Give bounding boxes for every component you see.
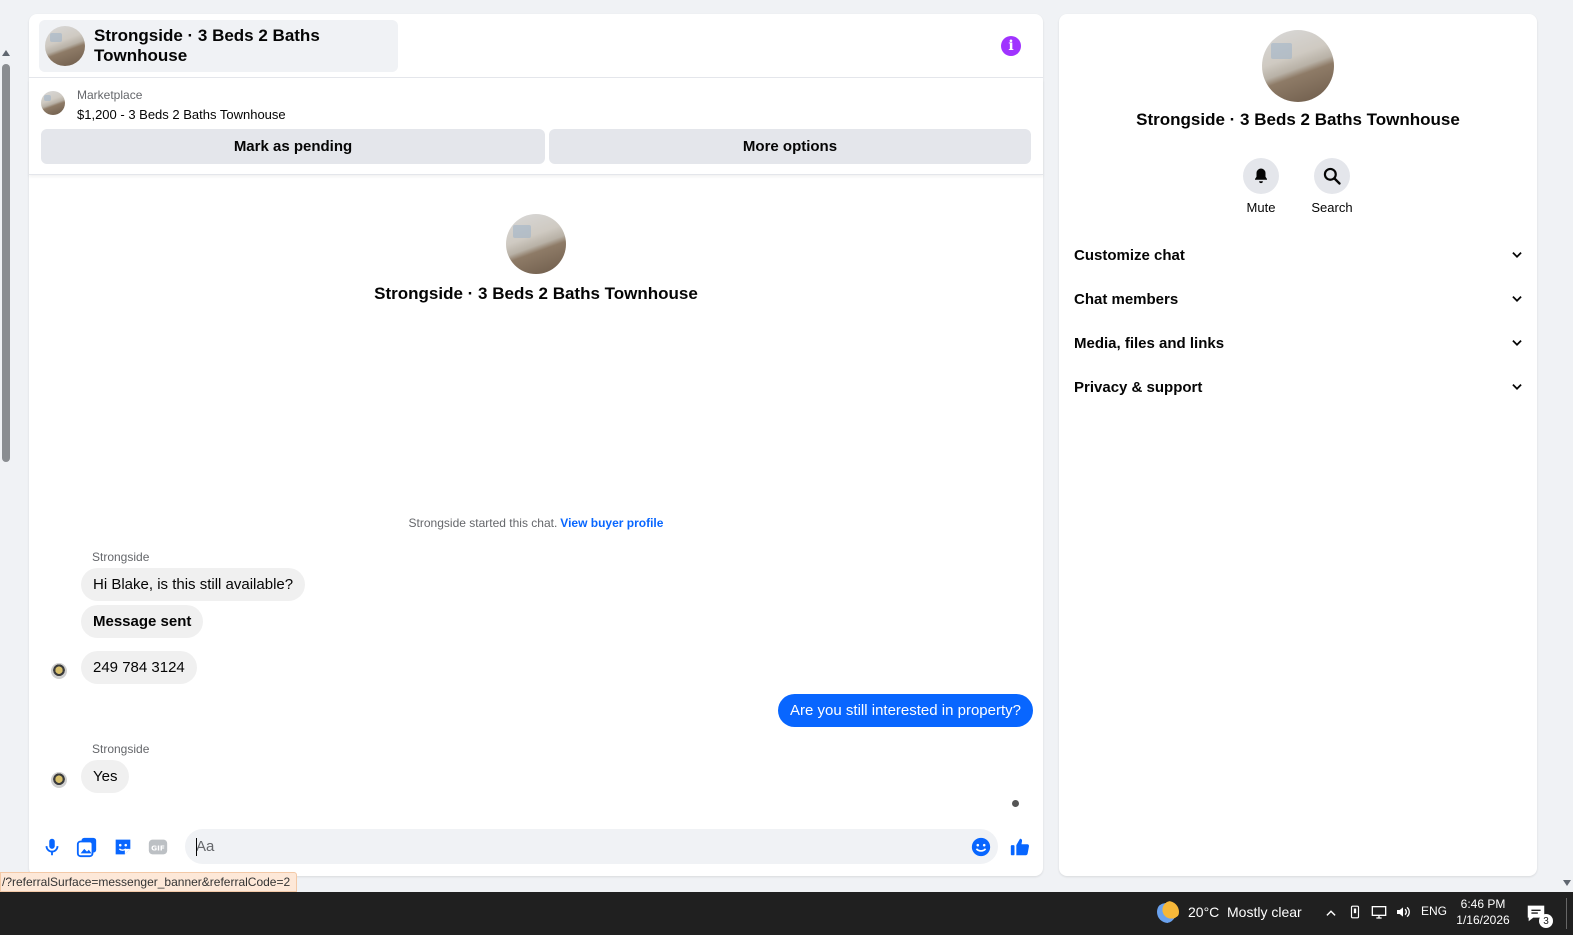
- listing-thumbnail[interactable]: [41, 91, 65, 115]
- mark-as-pending-button[interactable]: Mark as pending: [41, 129, 545, 164]
- notification-badge: 3: [1539, 914, 1553, 928]
- mute-action[interactable]: Mute: [1231, 158, 1291, 215]
- message-input[interactable]: [185, 829, 998, 864]
- chevron-down-icon: [1512, 252, 1522, 258]
- chevron-down-icon: [1512, 384, 1522, 390]
- clock-date: 1/16/2026: [1456, 913, 1510, 927]
- notification-center[interactable]: 3: [1525, 902, 1553, 928]
- section-label: Customize chat: [1074, 246, 1185, 264]
- privacy-support-section[interactable]: Privacy & support: [1074, 375, 1524, 399]
- message-bubble[interactable]: Yes: [81, 760, 130, 793]
- section-label: Chat members: [1074, 290, 1179, 308]
- more-options-button[interactable]: More options: [549, 129, 1031, 164]
- scroll-down-arrow[interactable]: [1563, 880, 1571, 886]
- link-status-bar: /?referralSurface=messenger_banner&refer…: [0, 872, 298, 892]
- message-bubble[interactable]: Message sent: [81, 605, 204, 638]
- chat-header: Strongside · 3 Beds 2 Baths Townhouse i: [29, 14, 1043, 78]
- sender-avatar: [51, 663, 67, 679]
- show-desktop-button[interactable]: [1566, 898, 1567, 929]
- chat-started-text: Strongside started this chat.: [408, 516, 558, 530]
- thumbs-up-icon[interactable]: [1009, 836, 1031, 858]
- outgoing-message-bubble[interactable]: Are you still interested in property?: [778, 694, 1033, 727]
- weather-temperature[interactable]: 20°C: [1188, 904, 1219, 920]
- message-bubble[interactable]: 249 784 3124: [81, 651, 197, 684]
- sticker-icon[interactable]: [112, 836, 134, 858]
- taskbar: 20°C Mostly clear ENG 6:46 PM 1/16/2026 …: [0, 892, 1573, 935]
- mute-button[interactable]: [1243, 158, 1279, 194]
- conversation-intro: Strongside · 3 Beds 2 Baths Townhouse: [29, 214, 1043, 304]
- clock[interactable]: 6:46 PM 1/16/2026: [1451, 896, 1515, 928]
- message-bubble[interactable]: Hi Blake, is this still available?: [81, 568, 306, 601]
- chevron-up-icon[interactable]: [1324, 906, 1338, 920]
- chat-panel: Strongside · 3 Beds 2 Baths Townhouse i …: [29, 14, 1043, 876]
- sender-name: Strongside: [92, 742, 150, 756]
- search-action[interactable]: Search: [1302, 158, 1362, 215]
- page-scrollbar[interactable]: [0, 0, 13, 892]
- section-label: Media, files and links: [1074, 334, 1225, 352]
- search-button[interactable]: [1314, 158, 1350, 194]
- intro-name: Strongside · 3 Beds 2 Baths Townhouse: [374, 284, 698, 303]
- weather-moon-icon[interactable]: [1157, 901, 1179, 923]
- mute-label: Mute: [1246, 200, 1276, 215]
- chat-started-notice: Strongside started this chat. View buyer …: [29, 516, 1043, 530]
- message-composer: GIF: [29, 826, 1043, 868]
- chat-avatar: [45, 26, 85, 66]
- text-caret: [196, 838, 197, 856]
- bell-icon: [1255, 168, 1267, 184]
- weather-condition[interactable]: Mostly clear: [1227, 904, 1302, 920]
- device-icon[interactable]: [1348, 904, 1362, 920]
- media-files-links-section[interactable]: Media, files and links: [1074, 331, 1524, 355]
- scroll-thumb[interactable]: [2, 64, 10, 462]
- search-icon: [1323, 167, 1341, 185]
- volume-icon[interactable]: [1394, 904, 1412, 920]
- sender-name: Strongside: [92, 550, 150, 564]
- right-scrollbar[interactable]: [1561, 0, 1573, 892]
- view-buyer-profile-link[interactable]: View buyer profile: [560, 516, 663, 530]
- emoji-icon[interactable]: [970, 836, 992, 858]
- input-language[interactable]: ENG: [1421, 904, 1447, 918]
- info-avatar: [1262, 30, 1334, 102]
- section-label: Privacy & support: [1074, 378, 1203, 396]
- svg-text:GIF: GIF: [151, 844, 165, 853]
- clock-time: 6:46 PM: [1460, 897, 1506, 911]
- chat-members-section[interactable]: Chat members: [1074, 287, 1524, 311]
- chevron-down-icon: [1512, 296, 1522, 302]
- info-icon[interactable]: i: [1001, 36, 1021, 56]
- conversation-info-panel: Strongside · 3 Beds 2 Baths Townhouse Mu…: [1059, 14, 1537, 876]
- chat-title-button[interactable]: Strongside · 3 Beds 2 Baths Townhouse: [39, 20, 398, 72]
- marketplace-listing-banner: Marketplace $1,200 - 3 Beds 2 Baths Town…: [29, 79, 1043, 175]
- network-icon[interactable]: [1370, 904, 1388, 920]
- microphone-icon[interactable]: [41, 836, 63, 858]
- scroll-up-arrow[interactable]: [2, 50, 10, 56]
- listing-source: Marketplace: [77, 88, 143, 102]
- chevron-down-icon: [1512, 340, 1522, 346]
- listing-price-title[interactable]: $1,200 - 3 Beds 2 Baths Townhouse: [77, 107, 286, 122]
- photo-icon[interactable]: [76, 836, 98, 858]
- seen-indicator: [1012, 800, 1019, 807]
- intro-avatar: [506, 214, 566, 274]
- gif-icon[interactable]: GIF: [147, 836, 169, 858]
- customize-chat-section[interactable]: Customize chat: [1074, 243, 1524, 267]
- chat-title: Strongside · 3 Beds 2 Baths Townhouse: [94, 26, 320, 65]
- info-name: Strongside · 3 Beds 2 Baths Townhouse: [1136, 110, 1460, 129]
- sender-avatar: [51, 772, 67, 788]
- search-label: Search: [1311, 200, 1353, 215]
